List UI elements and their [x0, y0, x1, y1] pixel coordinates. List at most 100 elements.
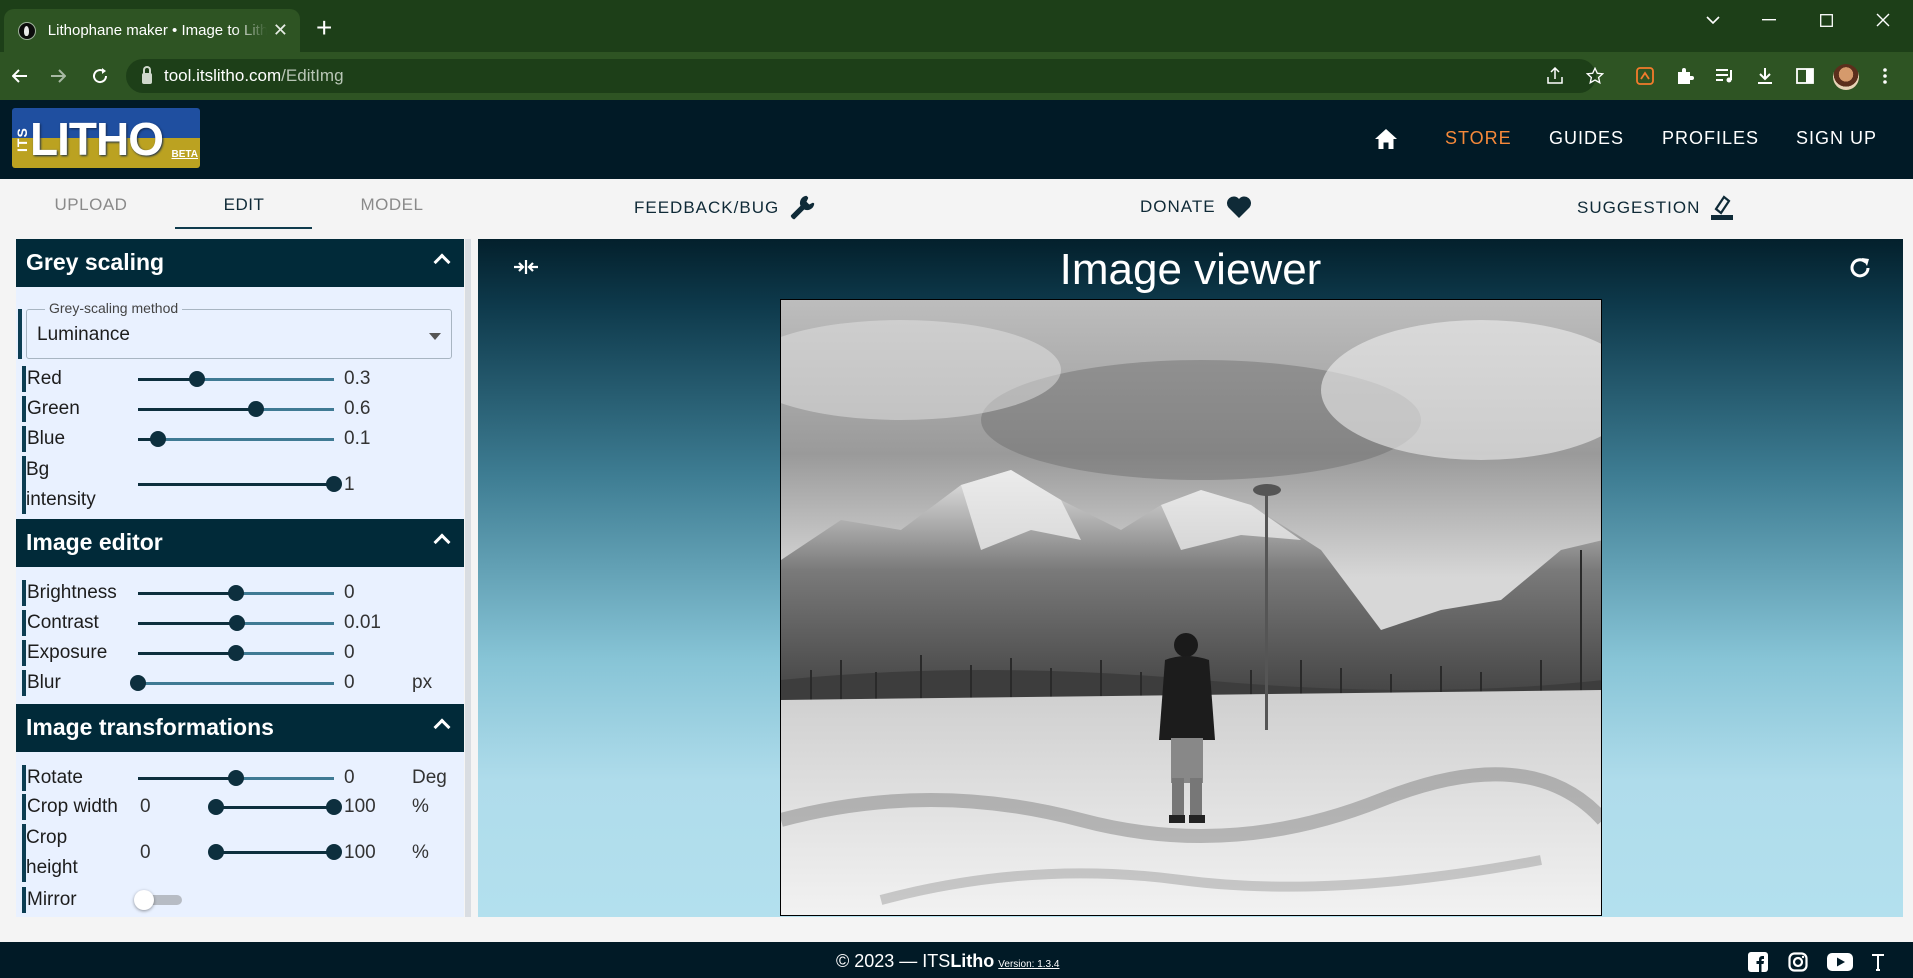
slider-fill [138, 652, 236, 655]
slider-thumb-min[interactable] [208, 844, 224, 860]
minimize-icon[interactable] [1741, 0, 1797, 40]
slider-fill [138, 408, 256, 411]
image-transformations-header[interactable]: Image transformations [16, 704, 464, 752]
grey-method-value: Luminance [37, 324, 130, 345]
browser-tab[interactable]: Lithophane maker • Image to Lith ✕ [4, 9, 300, 52]
mirror-toggle[interactable] [134, 890, 182, 910]
green-value: 0.6 [344, 398, 371, 419]
dropdown-arrow-icon [429, 333, 441, 340]
bg-intensity-value: 1 [344, 474, 355, 495]
slider-thumb[interactable] [326, 476, 342, 492]
toggle-thumb[interactable] [134, 890, 154, 910]
exposure-row: Exposure 0 [16, 638, 464, 668]
slider-thumb[interactable] [247, 401, 264, 417]
grey-scaling-header[interactable]: Grey scaling [16, 239, 464, 287]
download-icon[interactable] [1753, 64, 1777, 88]
tab-upload[interactable]: UPLOAD [23, 195, 159, 215]
share-icon[interactable] [1543, 64, 1567, 88]
row-marker [22, 580, 26, 606]
nav-sign-up[interactable]: SIGN UP [1796, 128, 1877, 149]
site-header: ITS LITHO BETA STORE GUIDES PROFILES SIG… [0, 100, 1913, 179]
forward-icon[interactable] [42, 60, 74, 92]
row-marker [22, 887, 26, 913]
slider-thumb[interactable] [228, 770, 244, 786]
blur-slider[interactable] [130, 675, 334, 691]
copyright-prefix: © 2023 — ITS [836, 951, 951, 971]
slider-thumb[interactable] [228, 645, 244, 661]
slider-fill [138, 622, 237, 625]
extension-speed-icon[interactable] [1633, 64, 1657, 88]
address-bar[interactable]: tool.itslitho.com/EditImg [126, 59, 1596, 93]
slider-thumb-max[interactable] [326, 844, 342, 860]
instagram-icon[interactable] [1787, 951, 1809, 973]
tab-edit[interactable]: EDIT [176, 195, 312, 215]
slider-thumb[interactable] [228, 585, 244, 601]
slider-fill [138, 592, 236, 595]
row-marker [22, 366, 26, 392]
version-link[interactable]: Version: 1.3.4 [998, 959, 1059, 970]
bookmark-star-icon[interactable] [1583, 64, 1607, 88]
edit-suggestion-icon [1711, 195, 1734, 220]
youtube-icon[interactable] [1827, 951, 1853, 973]
rotate-value: 0 [344, 767, 355, 788]
tab-search-icon[interactable] [1685, 0, 1741, 40]
blue-row: Blue 0.1 [16, 424, 464, 454]
crop-height-range-slider[interactable] [208, 844, 342, 860]
reload-icon[interactable] [84, 60, 116, 92]
facebook-icon[interactable] [1747, 951, 1769, 973]
grey-method-select[interactable]: Grey-scaling method Luminance [26, 300, 452, 359]
panel-scrollbar[interactable] [465, 239, 471, 917]
suggestion-button[interactable]: SUGGESTION [1577, 195, 1734, 221]
side-panel-icon[interactable] [1793, 64, 1817, 88]
slider-thumb[interactable] [130, 675, 146, 691]
bg-intensity-row: Bg intensity 1 [16, 455, 464, 515]
browser-tab-title: Lithophane maker • Image to Lith [47, 22, 267, 39]
slider-thumb[interactable] [149, 431, 166, 447]
nav-store[interactable]: STORE [1445, 128, 1512, 149]
copyright-brand: Litho [950, 951, 995, 971]
bg-intensity-slider[interactable] [138, 476, 342, 492]
back-icon[interactable] [4, 60, 36, 92]
contrast-slider[interactable] [138, 615, 334, 631]
slider-fill [138, 378, 197, 381]
logo-its-text: ITS [14, 127, 30, 152]
red-slider[interactable] [138, 371, 334, 387]
donate-button[interactable]: DONATE [1140, 195, 1252, 219]
close-tab-icon[interactable]: ✕ [273, 20, 288, 41]
itslitho-logo[interactable]: ITS LITHO BETA [12, 108, 200, 168]
browser-menu-icon[interactable] [1873, 64, 1897, 88]
row-marker [18, 309, 22, 359]
slider-thumb-max[interactable] [326, 799, 342, 815]
profile-avatar[interactable] [1833, 64, 1859, 90]
rotate-slider[interactable] [138, 770, 334, 786]
feedback-bug-button[interactable]: FEEDBACK/BUG [634, 195, 815, 221]
tab-model[interactable]: MODEL [324, 195, 460, 215]
chevron-up-icon[interactable] [433, 253, 451, 271]
crop-height-unit: % [412, 842, 429, 863]
green-slider[interactable] [138, 401, 334, 417]
media-queue-icon[interactable] [1713, 64, 1737, 88]
blue-slider[interactable] [138, 431, 334, 447]
brightness-slider[interactable] [138, 585, 334, 601]
slider-thumb[interactable] [228, 615, 245, 631]
crop-height-label-1: Crop [26, 827, 68, 848]
exposure-slider[interactable] [138, 645, 334, 661]
refresh-icon[interactable] [1847, 255, 1873, 281]
new-tab-button[interactable]: + [316, 14, 332, 42]
chevron-up-icon[interactable] [433, 718, 451, 736]
crop-width-range-slider[interactable] [208, 799, 342, 815]
preview-image[interactable] [780, 299, 1602, 916]
extensions-puzzle-icon[interactable] [1673, 64, 1697, 88]
nav-profiles[interactable]: PROFILES [1662, 128, 1759, 149]
home-icon[interactable] [1374, 128, 1398, 150]
slider-thumb-min[interactable] [208, 799, 224, 815]
slider-thumb[interactable] [188, 371, 205, 387]
image-editor-header[interactable]: Image editor [16, 519, 464, 567]
slider-fill [138, 777, 236, 780]
close-window-icon[interactable] [1855, 0, 1911, 40]
chevron-up-icon[interactable] [433, 533, 451, 551]
maximize-icon[interactable] [1798, 0, 1854, 40]
crop-width-max: 100 [344, 796, 376, 817]
tumblr-icon[interactable] [1867, 951, 1889, 973]
nav-guides[interactable]: GUIDES [1549, 128, 1624, 149]
